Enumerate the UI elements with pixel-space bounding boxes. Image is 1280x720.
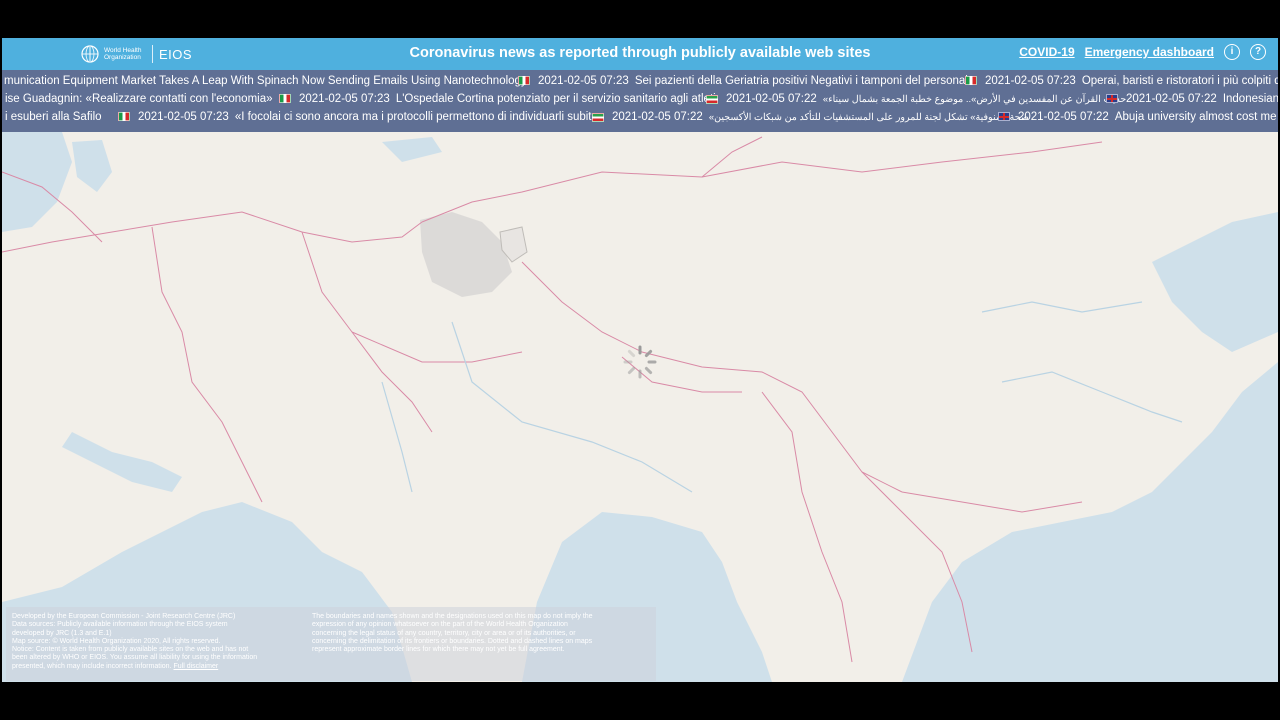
header-nav: COVID-19 Emergency dashboard i ?	[1019, 44, 1266, 60]
ticker-item[interactable]: 2021-02-05 07:23 L'Ospedale Cortina poten…	[279, 90, 716, 108]
disclaimer-line: Notice: Content is taken from publicly a…	[12, 646, 249, 654]
headline-text: Sei pazienti della Geriatria positivi Ne…	[634, 75, 975, 87]
ticker-row-2: ise Guadagnin: «Realizzare contatti con …	[2, 90, 1278, 108]
iran-flag-icon	[706, 94, 718, 104]
ticker-item[interactable]: 2021-02-05 07:23 «I focolai ci sono ancor…	[118, 108, 604, 126]
disclaimer-line: The boundaries and names shown and the d…	[312, 613, 593, 620]
headline-text: i esuberi alla Safilo	[5, 111, 102, 123]
headline-text: Abuja university almost cost me my	[1114, 111, 1278, 123]
ticker-item[interactable]: 2021-02-05 07:23 Sei pazienti della Geria…	[518, 72, 974, 90]
uk-flag-icon	[1106, 94, 1118, 104]
italy-flag-icon	[518, 76, 530, 86]
headline-text: munication Equipment Market Takes A Leap…	[4, 75, 527, 87]
ticker-item[interactable]: ise Guadagnin: «Realizzare contatti con …	[5, 90, 273, 108]
disclaimer-line: concerning the legal status of any count…	[312, 629, 576, 637]
headline-text: ise Guadagnin: «Realizzare contatti con …	[5, 93, 273, 105]
ticker-item[interactable]: 2021-02-05 07:22 Abuja university almost …	[998, 108, 1278, 126]
ticker-item[interactable]: 2021-02-05 07:23 Operai, baristi e ristor…	[965, 72, 1278, 90]
world-map[interactable]	[2, 132, 1278, 682]
italy-flag-icon	[118, 112, 130, 122]
map-disclaimer-panel: Developed by the European Commission - J…	[6, 607, 656, 681]
help-icon[interactable]: ?	[1250, 44, 1266, 60]
headline-timestamp: 2021-02-05 07:23	[985, 75, 1076, 87]
covid-link[interactable]: COVID-19	[1019, 45, 1074, 59]
headline-text: L'Ospedale Cortina potenziato per il ser…	[395, 93, 716, 105]
disclaimer-line: been altered by WHO or EIOS. You assume …	[12, 654, 258, 662]
disclaimer-line: developed by JRC (1.3 and E.1)	[12, 629, 112, 637]
headline-text: حديث القرآن عن المفسدين في الأرض».. موضو…	[822, 94, 1127, 105]
headline-timestamp: 2021-02-05 07:23	[299, 93, 390, 105]
ticker-row-1: munication Equipment Market Takes A Leap…	[2, 72, 1278, 90]
news-ticker: munication Equipment Market Takes A Leap…	[2, 70, 1278, 132]
disclaimer-credits: Developed by the European Commission - J…	[12, 613, 302, 671]
disclaimer-line: Developed by the European Commission - J…	[12, 613, 236, 620]
headline-timestamp: 2021-02-05 07:22	[1018, 111, 1109, 123]
headline-timestamp: 2021-02-05 07:22	[1126, 93, 1217, 105]
dashboard-window: World Health Organization EIOS Coronavir…	[2, 38, 1278, 682]
uk-flag-icon	[998, 112, 1010, 122]
disclaimer-line: expression of any opinion whatsoever on …	[312, 621, 568, 629]
disclaimer-line-text: presented, which may include incorrect i…	[12, 662, 172, 670]
ticker-item[interactable]: 2021-02-05 07:22 حديث القرآن عن المفسدين …	[706, 90, 1126, 109]
headline-text: Indonesian e	[1222, 93, 1278, 105]
italy-flag-icon	[279, 94, 291, 104]
full-disclaimer-link[interactable]: Full disclaimer	[173, 663, 218, 670]
headline-timestamp: 2021-02-05 07:22	[612, 111, 703, 123]
disclaimer-line: represent approximate border lines for w…	[312, 646, 565, 654]
headline-text: Operai, baristi e ristoratori i più colp…	[1081, 75, 1278, 87]
headline-text: صحة المنوفية» تشكل لجنة للمرور على المست…	[708, 112, 1029, 123]
info-icon[interactable]: i	[1224, 44, 1240, 60]
loading-spinner-icon	[623, 345, 657, 379]
emergency-dashboard-link[interactable]: Emergency dashboard	[1085, 45, 1214, 59]
disclaimer-line: presented, which may include incorrect i…	[12, 663, 302, 671]
italy-flag-icon	[965, 76, 977, 86]
headline-timestamp: 2021-02-05 07:23	[538, 75, 629, 87]
ticker-item[interactable]: 2021-02-05 07:22 Indonesian e	[1106, 90, 1278, 108]
disclaimer-line: Map source: © World Health Organization …	[12, 637, 221, 645]
ticker-item[interactable]: i esuberi alla Safilo	[5, 108, 102, 126]
header-bar: World Health Organization EIOS Coronavir…	[2, 38, 1278, 70]
iran-flag-icon	[592, 112, 604, 122]
headline-timestamp: 2021-02-05 07:23	[138, 111, 229, 123]
ticker-item[interactable]: munication Equipment Market Takes A Leap…	[4, 72, 527, 90]
disclaimer-line: concerning the delimitation of its front…	[312, 637, 593, 645]
headline-text: «I focolai ci sono ancora ma i protocoll…	[234, 111, 605, 123]
ticker-item[interactable]: 2021-02-05 07:22 صحة المنوفية» تشكل لجنة …	[592, 108, 1029, 127]
disclaimer-boundaries: The boundaries and names shown and the d…	[312, 613, 652, 654]
ticker-row-3: i esuberi alla Safilo 2021-02-05 07:23 «I…	[2, 108, 1278, 126]
disclaimer-line: Data sources: Publicly available informa…	[12, 621, 228, 629]
headline-timestamp: 2021-02-05 07:22	[726, 93, 817, 105]
